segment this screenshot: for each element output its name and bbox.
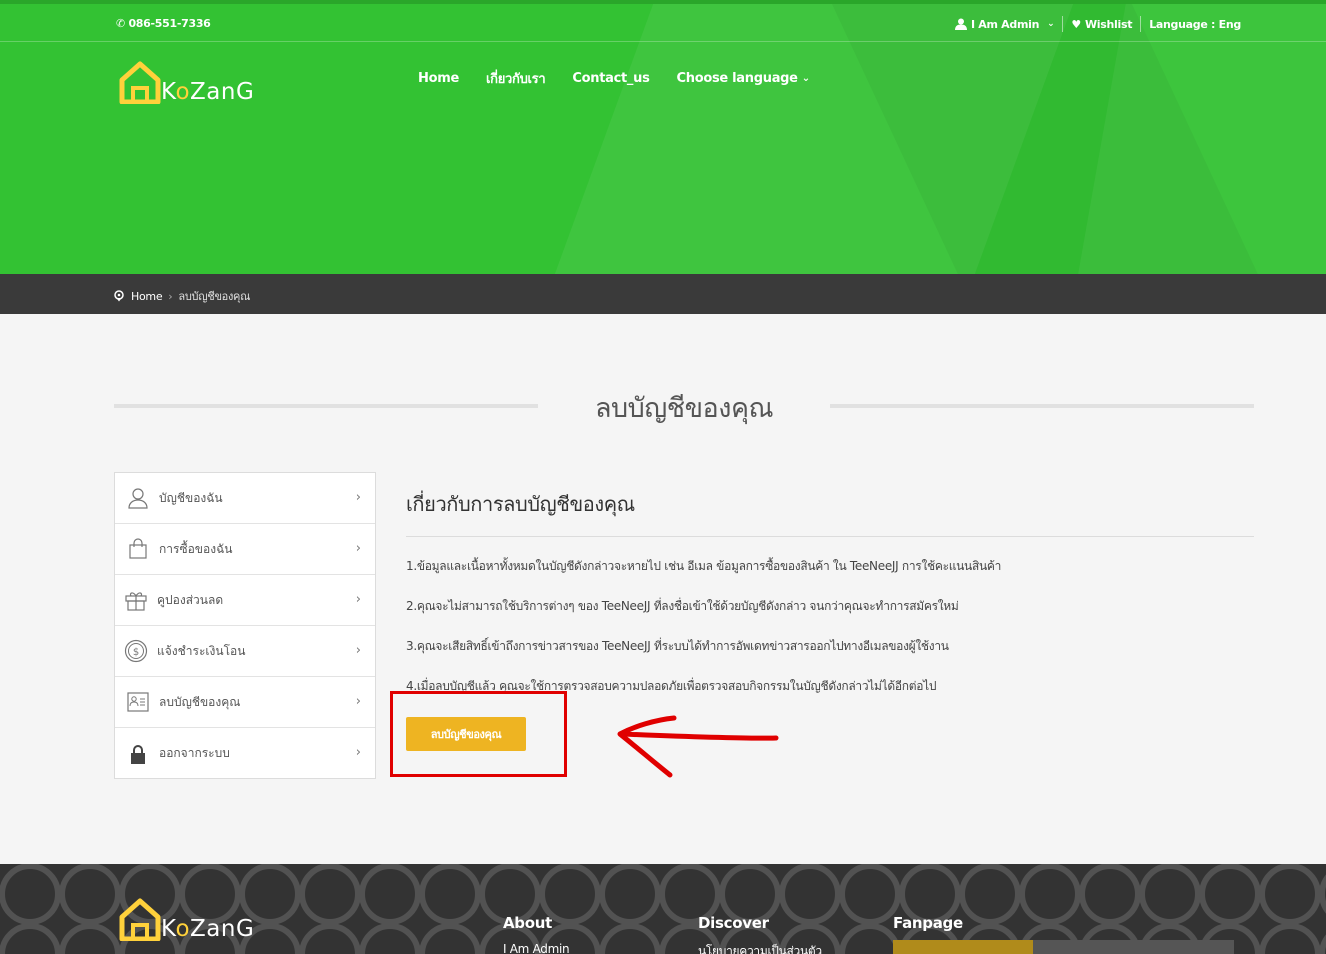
nav-choose-language[interactable]: Choose language ⌄ xyxy=(677,68,811,89)
footer: KoZanG About I Am Admin Discover นโยบายค… xyxy=(0,864,1326,954)
info-point: 3.คุณจะเสียสิทธิ์เข้าถึงการข่าวสารของ Te… xyxy=(406,639,949,653)
sidebar-item-label: ออกจากระบบ xyxy=(159,746,230,760)
sidebar-item-label: การซื้อของฉัน xyxy=(159,541,233,556)
footer-discover-heading: Discover xyxy=(698,914,769,932)
page-title: ลบบัญชีของคุณ xyxy=(594,393,774,424)
nav-home[interactable]: Home xyxy=(418,68,459,89)
lock-icon xyxy=(125,741,151,767)
account-sidebar: บัญชีของฉัน › การซื้อของฉัน › คูปองส่วนล… xyxy=(114,472,376,779)
logo-text: KoZanG xyxy=(161,79,255,105)
fanpage-cover xyxy=(893,940,1033,954)
footer-logo[interactable]: KoZanG xyxy=(119,897,254,941)
breadcrumb-separator: › xyxy=(168,289,173,303)
sidebar-item-my-purchases[interactable]: การซื้อของฉัน › xyxy=(115,524,375,575)
section-heading: เกี่ยวกับการลบบัญชีของคุณ xyxy=(406,492,635,516)
footer-about-link[interactable]: I Am Admin xyxy=(503,942,570,954)
svg-text:$: $ xyxy=(133,647,139,658)
page-title-section: ลบบัญชีของคุณ xyxy=(114,386,1254,426)
shopping-bag-icon xyxy=(125,536,151,562)
breadcrumb-home[interactable]: Home xyxy=(131,290,163,303)
chevron-down-icon: ⌄ xyxy=(1047,19,1055,29)
user-icon xyxy=(954,18,967,30)
sidebar-item-label: แจ้งชำระเงินโอน xyxy=(157,643,246,658)
footer-fanpage-heading: Fanpage xyxy=(893,914,963,932)
top-bar-right: I Am Admin ⌄ ♥ Wishlist Language : Eng xyxy=(947,16,1249,32)
chevron-down-icon: ⌄ xyxy=(801,73,810,84)
house-logo-icon xyxy=(119,898,161,941)
footer-about-heading: About xyxy=(503,914,553,932)
heart-icon: ♥ xyxy=(1071,17,1081,31)
info-point: 2.คุณจะไม่สามารถใช้บริการต่างๆ ของ TeeNe… xyxy=(406,599,959,613)
fanpage-widget[interactable] xyxy=(893,940,1234,954)
main-nav: Home เกี่ยวกับเรา Contact_us Choose lang… xyxy=(418,68,837,89)
phone-icon: ✆ xyxy=(116,17,125,30)
gift-icon xyxy=(123,587,149,613)
top-bar: ✆ 086-551-7336 I Am Admin ⌄ ♥ Wishlist L… xyxy=(0,4,1326,42)
chevron-right-icon: › xyxy=(355,490,361,505)
annotation-arrow-icon xyxy=(617,715,779,778)
sidebar-item-label: บัญชีของฉัน xyxy=(159,490,223,505)
sidebar-item-my-account[interactable]: บัญชีของฉัน › xyxy=(115,473,375,524)
logo-text: KoZanG xyxy=(161,916,255,942)
hero-banner: ✆ 086-551-7336 I Am Admin ⌄ ♥ Wishlist L… xyxy=(0,0,1326,274)
user-menu[interactable]: I Am Admin ⌄ xyxy=(947,18,1062,31)
wishlist-link[interactable]: ♥ Wishlist xyxy=(1063,18,1140,31)
sidebar-item-payment-notice[interactable]: $ แจ้งชำระเงินโอน › xyxy=(115,626,375,677)
site-logo[interactable]: KoZanG xyxy=(119,60,254,104)
nav-about[interactable]: เกี่ยวกับเรา xyxy=(486,68,546,89)
annotation-highlight-box xyxy=(390,691,567,777)
chevron-right-icon: › xyxy=(355,745,361,760)
user-icon xyxy=(125,485,151,511)
breadcrumb-bar: Home › ลบบัญชีของคุณ xyxy=(0,274,1326,314)
language-link[interactable]: Language : Eng xyxy=(1141,18,1249,31)
footer-privacy-link[interactable]: นโยบายความเป็นส่วนตัว xyxy=(698,942,822,954)
phone-number[interactable]: ✆ 086-551-7336 xyxy=(116,17,211,30)
sidebar-item-coupons[interactable]: คูปองส่วนลด › xyxy=(115,575,375,626)
chevron-right-icon: › xyxy=(355,643,361,658)
sidebar-item-delete-account[interactable]: ลบบัญชีของคุณ › xyxy=(115,677,375,728)
id-card-icon xyxy=(125,689,151,715)
sidebar-item-label: ลบบัญชีของคุณ xyxy=(159,694,241,709)
sidebar-item-logout[interactable]: ออกจากระบบ › xyxy=(115,728,375,779)
chevron-right-icon: › xyxy=(355,592,361,607)
breadcrumb-current: ลบบัญชีของคุณ xyxy=(178,290,251,303)
house-logo-icon xyxy=(119,61,161,104)
sidebar-item-label: คูปองส่วนลด xyxy=(157,592,224,607)
divider xyxy=(406,536,1254,537)
location-pin-icon xyxy=(114,290,124,302)
info-point: 1.ข้อมูลและเนื้อหาทั้งหมดในบัญชีดังกล่าว… xyxy=(406,559,1002,573)
coin-icon: $ xyxy=(123,638,149,664)
breadcrumb: Home › ลบบัญชีของคุณ xyxy=(113,287,250,305)
delete-account-info: เกี่ยวกับการลบบัญชีของคุณ 1.ข้อมูลและเนื… xyxy=(406,488,1254,718)
chevron-right-icon: › xyxy=(355,694,361,709)
chevron-right-icon: › xyxy=(355,541,361,556)
nav-contact[interactable]: Contact_us xyxy=(572,68,649,89)
